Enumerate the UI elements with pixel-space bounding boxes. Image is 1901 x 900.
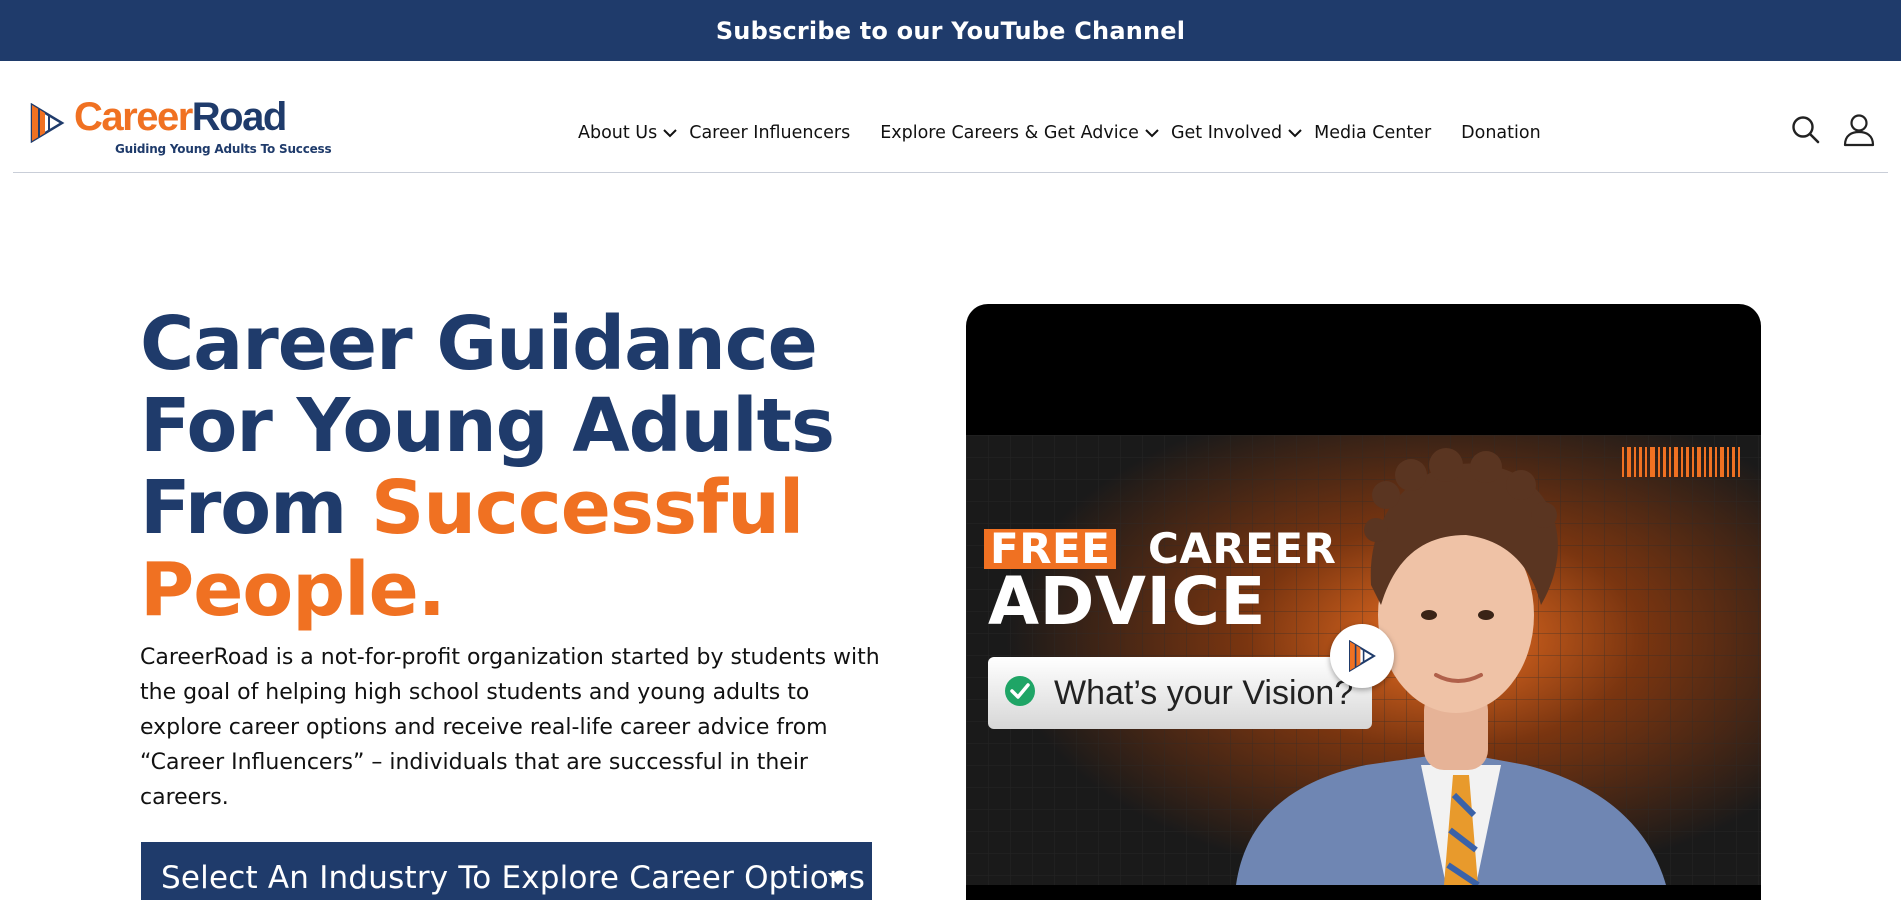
logo-play-icon (29, 102, 65, 147)
youtube-banner-text[interactable]: Subscribe to our YouTube Channel (716, 17, 1185, 45)
site-header: CareerRoad Guiding Young Adults To Succe… (13, 61, 1888, 173)
nav-donation[interactable]: Donation (1461, 123, 1541, 143)
main-nav: About Us Career Influencers Explore Care… (578, 119, 1541, 147)
hero-title-line-4: People. (140, 547, 446, 633)
thumbnail-vision-text: What’s your Vision? (1054, 673, 1354, 712)
nav-media-center-label: Media Center (1314, 123, 1432, 143)
hero-title-line-1: Career Guidance (140, 301, 818, 387)
play-button-icon[interactable] (1330, 624, 1394, 688)
hero-title-line-2: For Young Adults (140, 383, 835, 469)
nav-explore-careers-label: Explore Careers & Get Advice (880, 123, 1139, 143)
search-icon[interactable] (1791, 115, 1821, 145)
nav-donation-label: Donation (1461, 123, 1541, 143)
youtube-banner[interactable]: Subscribe to our YouTube Channel (0, 0, 1901, 61)
career-road-logo[interactable]: CareerRoad Guiding Young Adults To Succe… (29, 95, 332, 161)
thumbnail-vision-badge: What’s your Vision? (988, 657, 1372, 729)
nav-get-involved[interactable]: Get Involved (1171, 123, 1302, 143)
chevron-down-icon (663, 128, 677, 138)
thumbnail-advice-label: ADVICE (988, 563, 1267, 640)
nav-about-us-label: About Us (578, 123, 658, 143)
chevron-down-icon (1288, 128, 1302, 138)
nav-career-influencers-label: Career Influencers (689, 123, 851, 143)
logo-wordmark: CareerRoad (74, 95, 287, 139)
chevron-down-icon (1145, 128, 1159, 138)
industry-select-label: Select An Industry To Explore Career Opt… (161, 860, 866, 896)
header-actions (1791, 113, 1875, 147)
nav-about-us[interactable]: About Us (578, 123, 677, 143)
caret-down-icon (827, 871, 849, 890)
nav-get-involved-label: Get Involved (1170, 123, 1283, 143)
hero-title-highlight: Successful (371, 465, 804, 551)
hero-description: CareerRoad is a not-for-profit organizat… (140, 645, 880, 810)
hero-title-line-3: From (140, 465, 372, 551)
nav-media-center[interactable]: Media Center (1314, 123, 1431, 143)
logo-tagline: Guiding Young Adults To Success (115, 142, 332, 156)
user-icon[interactable] (1843, 113, 1875, 147)
nav-career-influencers[interactable]: Career Influencers (689, 123, 850, 143)
industry-select-dropdown[interactable]: Select An Industry To Explore Career Opt… (141, 842, 872, 900)
intro-video-player[interactable]: FREE CAREER ADVICE What’s your Vision? (966, 304, 1761, 900)
check-circle-icon (1004, 675, 1036, 711)
hero-title: Career Guidance For Young Adults From Su… (140, 303, 840, 631)
nav-explore-careers[interactable]: Explore Careers & Get Advice (880, 123, 1159, 143)
